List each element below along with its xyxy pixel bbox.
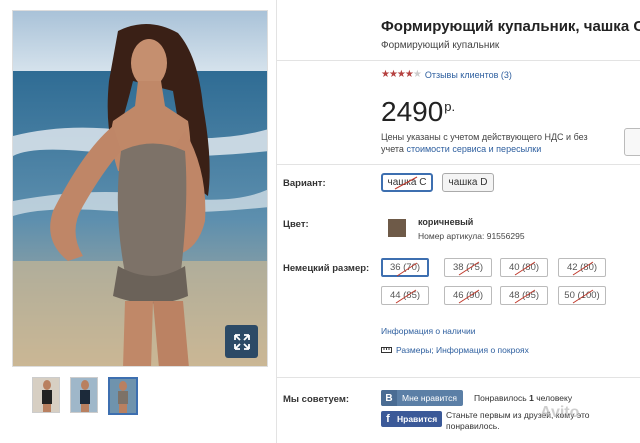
size-guide-row: Размеры; Информация о покроях (381, 345, 529, 355)
variant-label: Вариант: (283, 178, 326, 189)
side-action-button[interactable] (624, 128, 640, 156)
thumbnail-strip (32, 377, 138, 415)
unavailable-strike-icon (395, 289, 417, 304)
vk-like-button[interactable]: В Мне нравится (381, 390, 463, 406)
zoom-image-button[interactable] (225, 325, 258, 358)
expand-icon (233, 333, 250, 350)
price-currency: р. (444, 99, 456, 114)
size-guide-link[interactable]: Размеры; Информация о покроях (396, 345, 529, 355)
divider (276, 60, 640, 61)
rating-row: ★★★★★ Отзывы клиентов (3) (381, 69, 512, 80)
thumbnail-3-active[interactable] (108, 377, 138, 415)
size-label: Немецкий размер: (283, 263, 370, 274)
color-swatch[interactable] (388, 219, 406, 237)
size-option[interactable]: 46 (90) (444, 286, 492, 305)
variant-option-cup-c[interactable]: чашка C (381, 173, 433, 192)
price-note: Цены указаны с учетом действующего НДС и… (381, 131, 611, 155)
recommend-label: Мы советуем: (283, 394, 350, 405)
vk-count: 1 (529, 393, 534, 403)
vk-text-prefix: Понравилось (474, 393, 527, 403)
shipping-cost-link[interactable]: стоимости сервиса и пересылки (406, 144, 541, 154)
divider (276, 164, 640, 165)
reviews-link[interactable]: Отзывы клиентов (3) (425, 70, 512, 80)
size-option[interactable]: 42 (80) (558, 258, 606, 277)
price-value: 2490 (381, 96, 444, 127)
unavailable-strike-icon (458, 289, 480, 304)
size-option[interactable]: 36 (70) (381, 258, 429, 277)
thumbnail-1[interactable] (32, 377, 60, 413)
thumbnail-2[interactable] (70, 377, 98, 413)
color-label: Цвет: (283, 219, 309, 230)
unavailable-strike-icon (394, 176, 418, 190)
watermark-text: Avito (540, 404, 580, 421)
article-number: Номер артикула: 91556295 (418, 231, 525, 241)
facebook-like-text: Станьте первым из друзей, кому это понра… (446, 410, 590, 431)
ruler-icon (381, 347, 392, 353)
product-subtitle: Формирующий купальник (381, 40, 500, 51)
facebook-logo-icon: f (386, 413, 390, 425)
variant-option-label: чашка D (448, 177, 488, 188)
divider (276, 377, 640, 378)
size-option[interactable]: 40 (80) (500, 258, 548, 277)
star-rating-icon: ★★★★★ (381, 69, 422, 80)
color-name: коричневый (418, 217, 474, 227)
unavailable-strike-icon (458, 261, 480, 276)
facebook-like-label: Нравится (397, 414, 438, 424)
unavailable-strike-icon (514, 289, 536, 304)
size-option[interactable]: 44 (85) (381, 286, 429, 305)
vk-like-label: Мне нравится (402, 393, 457, 403)
unavailable-strike-icon (572, 261, 594, 276)
unavailable-strike-icon (572, 289, 594, 304)
size-option[interactable]: 38 (75) (444, 258, 492, 277)
unavailable-strike-icon (514, 261, 536, 276)
vk-like-count: Понравилось 1 человеку (474, 393, 572, 403)
product-title: Формирующий купальник, чашка С (381, 18, 640, 35)
variant-option-cup-d[interactable]: чашка D (442, 173, 494, 192)
facebook-like-button[interactable]: f Нравится (381, 411, 443, 427)
vk-logo-icon: В (381, 390, 397, 406)
vk-text-suffix: человеку (536, 393, 573, 403)
avito-watermark: Avito (540, 404, 579, 422)
size-option[interactable]: 48 (95) (500, 286, 548, 305)
price: 2490р. (381, 96, 455, 128)
availability-link[interactable]: Информация о наличии (381, 326, 476, 336)
unavailable-strike-icon (396, 262, 418, 277)
size-option[interactable]: 50 (100) (558, 286, 606, 305)
product-main-image[interactable] (12, 10, 268, 367)
